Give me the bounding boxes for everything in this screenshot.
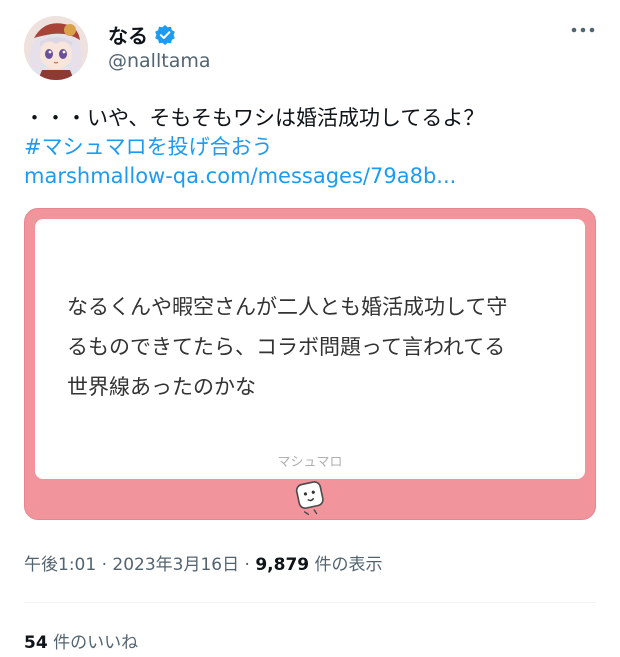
card-question-box: なるくんや暇空さんが二人とも婚活成功して守 るものできてたら、コラボ問題って言わ… bbox=[35, 219, 585, 479]
more-options-icon[interactable] bbox=[568, 20, 598, 40]
tweet-text-line: ・・・いや、そもそもワシは婚活成功してるよ？ bbox=[24, 106, 485, 130]
marshmallow-card[interactable]: なるくんや暇空さんが二人とも婚活成功して守 るものできてたら、コラボ問題って言わ… bbox=[24, 208, 596, 520]
tweet-header: なる @nalltama bbox=[0, 0, 620, 90]
likes-label: 件のいいね bbox=[53, 633, 139, 653]
tweet-date[interactable]: 2023年3月16日 bbox=[112, 555, 239, 575]
name-row: なる bbox=[108, 20, 176, 49]
likes-count: 54 bbox=[24, 633, 48, 653]
meta-separator: · bbox=[101, 555, 107, 575]
user-handle[interactable]: @nalltama bbox=[108, 50, 211, 72]
question-text: なるくんや暇空さんが二人とも婚活成功して守 るものできてたら、コラボ問題って言わ… bbox=[67, 287, 567, 407]
views-label: 件の表示 bbox=[314, 555, 383, 575]
avatar[interactable] bbox=[24, 16, 88, 80]
meta-separator: · bbox=[244, 555, 250, 575]
divider bbox=[24, 602, 596, 603]
display-name[interactable]: なる bbox=[108, 20, 148, 49]
views-count: 9,879 bbox=[255, 555, 310, 575]
tweet-text: ・・・いや、そもそもワシは婚活成功してるよ？ #マシュマロを投げ合おう mars… bbox=[24, 104, 596, 191]
question-line: なるくんや暇空さんが二人とも婚活成功して守 bbox=[67, 295, 508, 319]
question-line: るものできてたら、コラボ問題って言われてる bbox=[67, 335, 506, 359]
verified-badge-icon bbox=[154, 24, 176, 46]
tweet-metadata: 午後1:01 · 2023年3月16日 · 9,879 件の表示 bbox=[24, 550, 383, 575]
likes-stat[interactable]: 54 件のいいね bbox=[24, 628, 138, 653]
url-link[interactable]: marshmallow-qa.com/messages/79a8b... bbox=[24, 162, 596, 191]
hashtag-link[interactable]: #マシュマロを投げ合おう bbox=[24, 133, 596, 162]
question-line: 世界線あったのかな bbox=[67, 375, 256, 399]
card-brand-label: マシュマロ bbox=[277, 455, 343, 470]
marshmallow-mascot-icon bbox=[289, 475, 331, 517]
tweet-time[interactable]: 午後1:01 bbox=[24, 555, 96, 575]
